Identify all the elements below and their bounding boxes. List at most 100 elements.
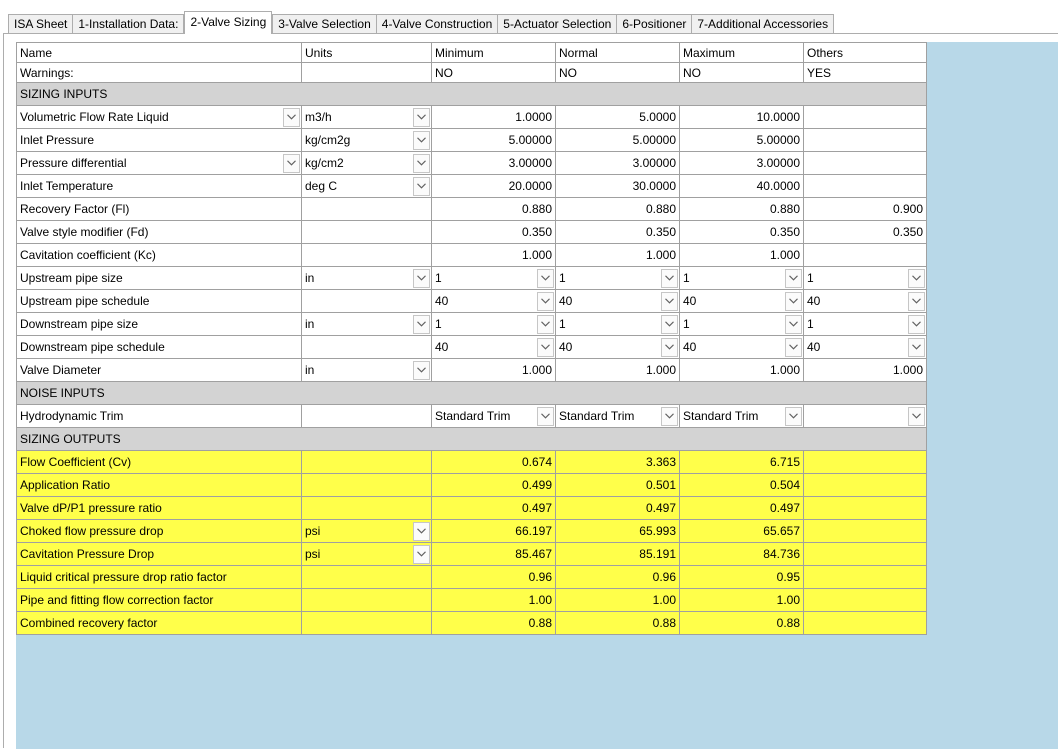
- dropdown-cell[interactable]: 40: [559, 337, 678, 358]
- cell-maximum[interactable]: 1: [679, 312, 804, 336]
- dropdown-cell[interactable]: 1: [559, 314, 678, 335]
- chevron-down-icon[interactable]: [661, 268, 678, 288]
- cell-units[interactable]: in: [301, 266, 432, 290]
- dropdown-cell[interactable]: 40: [683, 337, 802, 358]
- cell-minimum[interactable]: 40: [431, 289, 556, 313]
- dropdown-cell[interactable]: 1: [807, 268, 925, 289]
- cell-others[interactable]: 1: [803, 266, 927, 290]
- cell-units[interactable]: psi: [301, 542, 432, 566]
- cell-maximum[interactable]: 40: [679, 289, 804, 313]
- cell-units[interactable]: kg/cm2g: [301, 128, 432, 152]
- dropdown-cell[interactable]: 40: [807, 291, 925, 312]
- dropdown-cell[interactable]: m3/h: [305, 107, 430, 128]
- chevron-down-icon[interactable]: [413, 176, 430, 196]
- dropdown-cell[interactable]: Standard Trim: [435, 406, 554, 427]
- chevron-down-icon[interactable]: [785, 291, 802, 311]
- chevron-down-icon[interactable]: [785, 268, 802, 288]
- cell-name[interactable]: Volumetric Flow Rate Liquid: [16, 105, 302, 129]
- tab-valve-construction[interactable]: 4-Valve Construction: [375, 14, 499, 34]
- cell-others[interactable]: 40: [803, 289, 927, 313]
- dropdown-cell[interactable]: Volumetric Flow Rate Liquid: [20, 107, 300, 128]
- cell-units[interactable]: in: [301, 312, 432, 336]
- dropdown-cell[interactable]: 40: [807, 337, 925, 358]
- chevron-down-icon[interactable]: [413, 107, 430, 127]
- cell-others[interactable]: [803, 404, 927, 428]
- tab-installation-data[interactable]: 1-Installation Data:: [72, 14, 185, 34]
- cell-minimum[interactable]: 1: [431, 312, 556, 336]
- chevron-down-icon[interactable]: [413, 153, 430, 173]
- chevron-down-icon[interactable]: [283, 107, 300, 127]
- cell-units[interactable]: deg C: [301, 174, 432, 198]
- cell-minimum[interactable]: Standard Trim: [431, 404, 556, 428]
- tab-positioner[interactable]: 6-Positioner: [616, 14, 693, 34]
- chevron-down-icon[interactable]: [537, 268, 554, 288]
- dropdown-cell[interactable]: in: [305, 268, 430, 289]
- cell-normal[interactable]: Standard Trim: [555, 404, 680, 428]
- chevron-down-icon[interactable]: [413, 268, 430, 288]
- dropdown-cell[interactable]: 1: [683, 314, 802, 335]
- cell-maximum[interactable]: Standard Trim: [679, 404, 804, 428]
- dropdown-cell[interactable]: Standard Trim: [683, 406, 802, 427]
- cell-units[interactable]: psi: [301, 519, 432, 543]
- dropdown-cell[interactable]: 1: [559, 268, 678, 289]
- chevron-down-icon[interactable]: [537, 291, 554, 311]
- cell-normal[interactable]: 40: [555, 335, 680, 359]
- cell-minimum[interactable]: 40: [431, 335, 556, 359]
- dropdown-cell[interactable]: psi: [305, 544, 430, 565]
- dropdown-cell[interactable]: psi: [305, 521, 430, 542]
- cell-normal[interactable]: 1: [555, 266, 680, 290]
- cell-normal[interactable]: 1: [555, 312, 680, 336]
- chevron-down-icon[interactable]: [785, 337, 802, 357]
- chevron-down-icon[interactable]: [908, 406, 925, 426]
- chevron-down-icon[interactable]: [661, 314, 678, 334]
- cell-units[interactable]: kg/cm2: [301, 151, 432, 175]
- chevron-down-icon[interactable]: [661, 337, 678, 357]
- cell-maximum[interactable]: 1: [679, 266, 804, 290]
- cell-others[interactable]: 40: [803, 335, 927, 359]
- dropdown-cell[interactable]: in: [305, 314, 430, 335]
- dropdown-cell[interactable]: deg C: [305, 176, 430, 197]
- chevron-down-icon[interactable]: [413, 360, 430, 380]
- chevron-down-icon[interactable]: [661, 291, 678, 311]
- dropdown-cell[interactable]: kg/cm2: [305, 153, 430, 174]
- dropdown-cell[interactable]: 1: [807, 314, 925, 335]
- cell-name[interactable]: Pressure differential: [16, 151, 302, 175]
- dropdown-cell[interactable]: kg/cm2g: [305, 130, 430, 151]
- dropdown-cell[interactable]: 40: [559, 291, 678, 312]
- cell-normal[interactable]: 40: [555, 289, 680, 313]
- dropdown-cell[interactable]: 40: [435, 291, 554, 312]
- dropdown-cell[interactable]: [807, 406, 925, 427]
- chevron-down-icon[interactable]: [908, 337, 925, 357]
- dropdown-cell[interactable]: in: [305, 360, 430, 381]
- chevron-down-icon[interactable]: [537, 406, 554, 426]
- cell-maximum[interactable]: 40: [679, 335, 804, 359]
- tab-valve-sizing[interactable]: 2-Valve Sizing: [184, 11, 273, 34]
- tab-actuator-selection[interactable]: 5-Actuator Selection: [497, 14, 618, 34]
- cell-others[interactable]: 1: [803, 312, 927, 336]
- chevron-down-icon[interactable]: [413, 314, 430, 334]
- chevron-down-icon[interactable]: [413, 544, 430, 564]
- chevron-down-icon[interactable]: [908, 291, 925, 311]
- dropdown-cell[interactable]: 1: [683, 268, 802, 289]
- dropdown-cell[interactable]: Pressure differential: [20, 153, 300, 174]
- dropdown-cell[interactable]: 40: [435, 337, 554, 358]
- tab-isa-sheet[interactable]: ISA Sheet: [8, 14, 74, 34]
- chevron-down-icon[interactable]: [908, 268, 925, 288]
- tab-additional-accessories[interactable]: 7-Additional Accessories: [691, 14, 835, 34]
- chevron-down-icon[interactable]: [537, 314, 554, 334]
- chevron-down-icon[interactable]: [413, 521, 430, 541]
- chevron-down-icon[interactable]: [537, 337, 554, 357]
- dropdown-cell[interactable]: 40: [683, 291, 802, 312]
- chevron-down-icon[interactable]: [283, 153, 300, 173]
- chevron-down-icon[interactable]: [413, 130, 430, 150]
- chevron-down-icon[interactable]: [785, 314, 802, 334]
- dropdown-cell[interactable]: 1: [435, 268, 554, 289]
- chevron-down-icon[interactable]: [661, 406, 678, 426]
- dropdown-cell[interactable]: Standard Trim: [559, 406, 678, 427]
- dropdown-cell[interactable]: 1: [435, 314, 554, 335]
- chevron-down-icon[interactable]: [908, 314, 925, 334]
- cell-minimum[interactable]: 1: [431, 266, 556, 290]
- tab-valve-selection[interactable]: 3-Valve Selection: [272, 14, 377, 34]
- cell-units[interactable]: m3/h: [301, 105, 432, 129]
- chevron-down-icon[interactable]: [785, 406, 802, 426]
